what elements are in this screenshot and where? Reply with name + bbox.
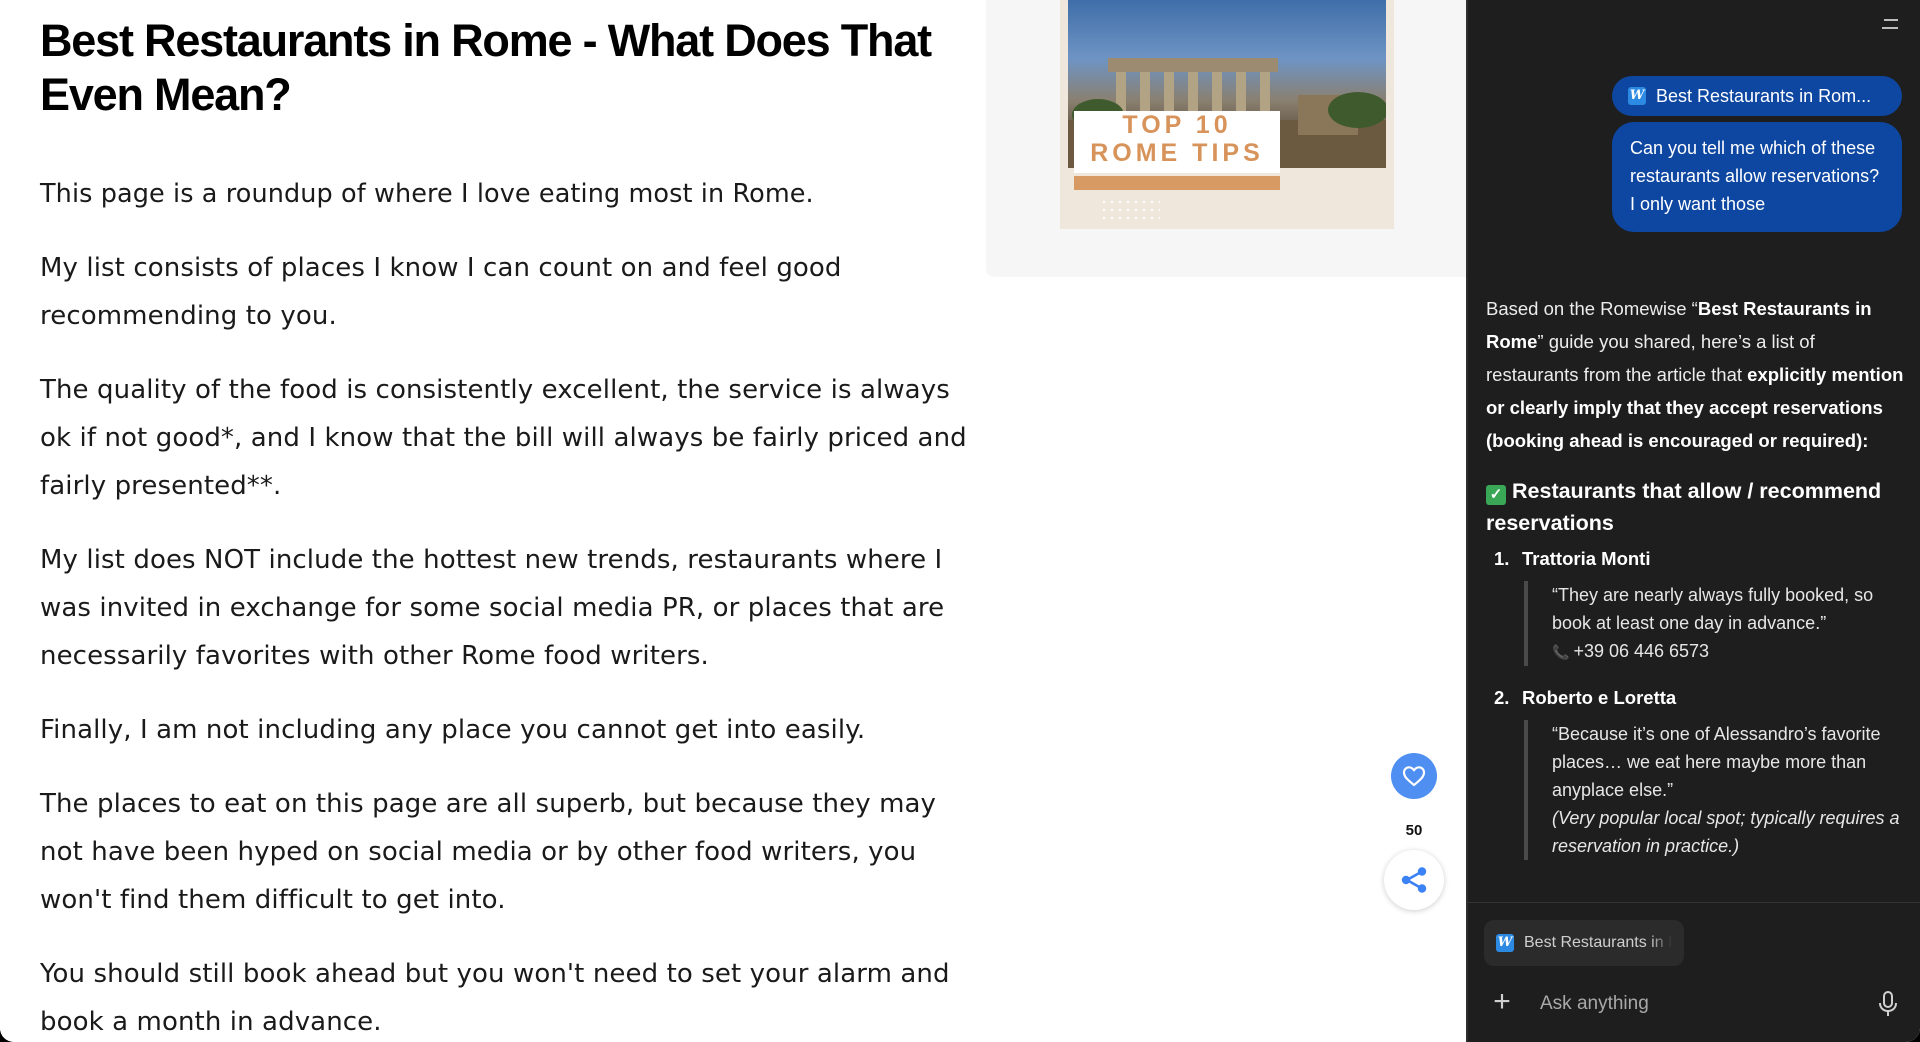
restaurant-quote: “Because it’s one of Alessandro’s favori…: [1524, 720, 1910, 860]
answer-intro: Based on the Romewise “Best Restaurants …: [1486, 292, 1910, 457]
list-item: 2. Roberto e Loretta “Because it’s one of…: [1486, 682, 1910, 860]
heart-icon: [1402, 766, 1426, 787]
menu-icon[interactable]: [1880, 18, 1900, 30]
w-logo-icon: W: [1628, 87, 1646, 105]
article-paragraph: My list consists of places I know I can …: [40, 253, 842, 331]
quote-note: (Very popular local spot; typically requ…: [1552, 808, 1900, 856]
phone-number: +39 06 446 6573: [1573, 641, 1710, 661]
assistant-answer: Based on the Romewise “Best Restaurants …: [1486, 292, 1910, 898]
restaurant-quote: “They are nearly always fully booked, so…: [1524, 581, 1910, 666]
list-item: 1. Trattoria Monti “They are nearly alway…: [1486, 543, 1910, 666]
promo-image-card: TOP 10 ROME TIPS: [986, 0, 1466, 277]
article-paragraph: My list does NOT include the hottest new…: [40, 545, 945, 671]
phone-line: 📞 +39 06 446 6573: [1552, 637, 1910, 666]
share-icon: [1401, 867, 1427, 893]
attachment-chip-label: Best Restaurants in Rome: [1524, 934, 1672, 951]
w-logo-icon: W: [1496, 934, 1514, 952]
article-paragraph: The places to eat on this page are all s…: [40, 789, 937, 915]
promo-dots-pattern: [1100, 198, 1160, 222]
microphone-icon[interactable]: [1876, 990, 1900, 1018]
attachment-chip[interactable]: W Best Restaurants in Rome: [1484, 920, 1684, 966]
promo-line-2: ROME TIPS: [1090, 139, 1264, 167]
quote-text: “They are nearly always fully booked, so…: [1552, 585, 1874, 633]
restaurant-name-text: Trattoria Monti: [1522, 548, 1651, 569]
source-chip-label: Best Restaurants in Rom...: [1656, 85, 1872, 106]
restaurant-name: 2. Roberto e Loretta: [1486, 682, 1910, 714]
restaurant-name: 1. Trattoria Monti: [1486, 543, 1910, 575]
article-body: This page is a roundup of where I love e…: [40, 170, 970, 1042]
article-page: Best Restaurants in Rome - What Does Tha…: [0, 0, 1466, 1042]
article-paragraph: You should still book ahead but you won'…: [40, 959, 950, 1037]
article-paragraph: The quality of the food is consistently …: [40, 375, 967, 501]
section-heading-text: Restaurants that allow / recommend reser…: [1486, 479, 1882, 535]
item-number: 1.: [1494, 548, 1510, 569]
promo-label: TOP 10 ROME TIPS: [1074, 111, 1280, 173]
ask-input[interactable]: [1538, 986, 1842, 1022]
phone-icon: 📞: [1552, 644, 1570, 660]
item-number: 2.: [1494, 687, 1510, 708]
like-count: 50: [1405, 822, 1423, 839]
article-paragraph: This page is a roundup of where I love e…: [40, 179, 814, 209]
share-button[interactable]: [1384, 850, 1444, 910]
user-message: Can you tell me which of these restauran…: [1612, 122, 1902, 232]
plus-icon[interactable]: +: [1488, 987, 1516, 1017]
answer-intro-text: Based on the Romewise “: [1486, 298, 1698, 319]
promo-image[interactable]: TOP 10 ROME TIPS: [1060, 0, 1394, 229]
assistant-panel: W Best Restaurants in Rom... Can you tel…: [1466, 0, 1920, 1042]
browser-window: Best Restaurants in Rome - What Does Tha…: [0, 0, 1920, 1042]
like-button[interactable]: [1391, 753, 1437, 799]
composer-divider: [1468, 902, 1920, 903]
check-icon: ✓: [1486, 485, 1506, 505]
section-heading: ✓ Restaurants that allow / recommend rese…: [1486, 475, 1910, 539]
source-chip[interactable]: W Best Restaurants in Rom...: [1612, 76, 1902, 116]
quote-text: “Because it’s one of Alessandro’s favori…: [1552, 724, 1881, 800]
article-paragraph: Finally, I am not including any place yo…: [40, 715, 866, 745]
restaurant-name-text: Roberto e Loretta: [1522, 687, 1677, 708]
article-title: Best Restaurants in Rome - What Does Tha…: [40, 15, 932, 120]
promo-accent-bar: [1074, 176, 1280, 190]
promo-line-1: TOP 10: [1122, 111, 1232, 139]
restaurant-list: 1. Trattoria Monti “They are nearly alway…: [1486, 543, 1910, 860]
